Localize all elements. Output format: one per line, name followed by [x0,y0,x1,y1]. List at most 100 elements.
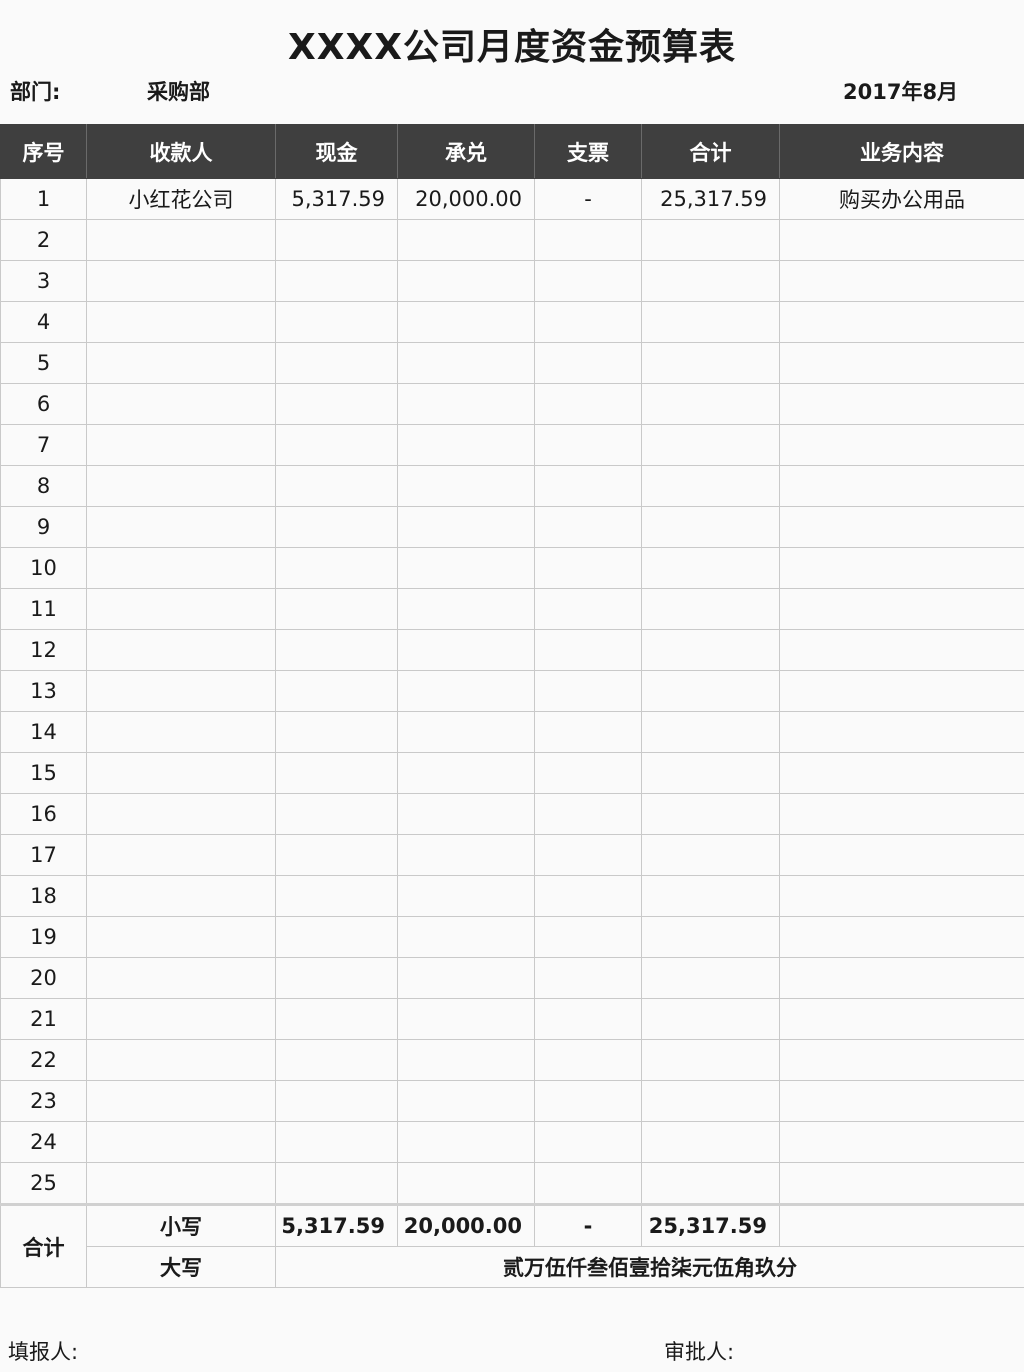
business-cell[interactable] [779,957,1024,999]
total-cell[interactable] [641,219,780,261]
payee-cell[interactable]: 小红花公司 [86,178,276,220]
row-number-cell[interactable]: 24 [0,1121,87,1163]
cash-cell[interactable] [275,957,398,999]
total-cell[interactable]: 25,317.59 [641,178,780,220]
cash-cell[interactable] [275,424,398,466]
total-cell[interactable] [641,793,780,835]
business-cell[interactable] [779,424,1024,466]
cash-cell[interactable] [275,834,398,876]
acceptance-cell[interactable] [397,1121,535,1163]
cheque-cell[interactable] [534,834,642,876]
business-cell[interactable] [779,1121,1024,1163]
total-cell[interactable] [641,1121,780,1163]
cash-cell[interactable] [275,793,398,835]
cash-cell[interactable] [275,916,398,958]
business-cell[interactable] [779,670,1024,712]
acceptance-cell[interactable] [397,1080,535,1122]
acceptance-cell[interactable] [397,752,535,794]
payee-cell[interactable] [86,957,276,999]
period-value[interactable]: 2017年8月 [843,76,958,106]
total-cheque-cell[interactable]: - [534,1203,642,1247]
cheque-cell[interactable] [534,260,642,302]
business-cell[interactable] [779,301,1024,343]
total-cell[interactable] [641,834,780,876]
payee-cell[interactable] [86,301,276,343]
acceptance-cell[interactable] [397,1039,535,1081]
payee-cell[interactable] [86,465,276,507]
cash-cell[interactable] [275,547,398,589]
cheque-cell[interactable] [534,465,642,507]
payee-cell[interactable] [86,916,276,958]
total-cell[interactable] [641,342,780,384]
business-cell[interactable] [779,916,1024,958]
cheque-cell[interactable] [534,711,642,753]
row-number-cell[interactable]: 20 [0,957,87,999]
business-cell[interactable] [779,998,1024,1040]
payee-cell[interactable] [86,547,276,589]
business-cell[interactable] [779,260,1024,302]
total-cell[interactable] [641,383,780,425]
payee-cell[interactable] [86,793,276,835]
cheque-cell[interactable] [534,588,642,630]
cash-cell[interactable] [275,752,398,794]
cash-cell[interactable] [275,711,398,753]
cheque-cell[interactable] [534,875,642,917]
acceptance-cell[interactable]: 20,000.00 [397,178,535,220]
payee-cell[interactable] [86,1039,276,1081]
cheque-cell[interactable] [534,957,642,999]
total-cell[interactable] [641,957,780,999]
business-cell[interactable]: 购买办公用品 [779,178,1024,220]
cheque-cell[interactable] [534,916,642,958]
row-number-cell[interactable]: 11 [0,588,87,630]
total-cell[interactable] [641,752,780,794]
row-number-cell[interactable]: 3 [0,260,87,302]
total-acceptance-cell[interactable]: 20,000.00 [397,1203,535,1247]
payee-cell[interactable] [86,424,276,466]
cash-cell[interactable] [275,342,398,384]
row-number-cell[interactable]: 23 [0,1080,87,1122]
cash-cell[interactable] [275,588,398,630]
cash-cell[interactable] [275,1121,398,1163]
business-cell[interactable] [779,1039,1024,1081]
acceptance-cell[interactable] [397,383,535,425]
acceptance-cell[interactable] [397,711,535,753]
total-cell[interactable] [641,547,780,589]
row-number-cell[interactable]: 2 [0,219,87,261]
payee-cell[interactable] [86,670,276,712]
cheque-cell[interactable] [534,383,642,425]
cheque-cell[interactable] [534,1039,642,1081]
acceptance-cell[interactable] [397,793,535,835]
cheque-cell[interactable] [534,1080,642,1122]
cheque-cell[interactable] [534,670,642,712]
grand-total-cell[interactable]: 25,317.59 [641,1203,780,1247]
cheque-cell[interactable] [534,1121,642,1163]
cheque-cell[interactable] [534,998,642,1040]
payee-cell[interactable] [86,588,276,630]
total-cell[interactable] [641,711,780,753]
cash-cell[interactable] [275,1080,398,1122]
row-number-cell[interactable]: 12 [0,629,87,671]
business-cell[interactable] [779,1080,1024,1122]
total-cell[interactable] [641,998,780,1040]
row-number-cell[interactable]: 1 [0,178,87,220]
total-business-cell[interactable] [779,1203,1024,1247]
cash-cell[interactable] [275,875,398,917]
cheque-cell[interactable] [534,342,642,384]
cash-cell[interactable] [275,301,398,343]
total-cell[interactable] [641,1080,780,1122]
acceptance-cell[interactable] [397,998,535,1040]
business-cell[interactable] [779,383,1024,425]
total-cell[interactable] [641,588,780,630]
row-number-cell[interactable]: 6 [0,383,87,425]
payee-cell[interactable] [86,875,276,917]
row-number-cell[interactable]: 16 [0,793,87,835]
row-number-cell[interactable]: 18 [0,875,87,917]
payee-cell[interactable] [86,629,276,671]
cash-cell[interactable]: 5,317.59 [275,178,398,220]
cash-cell[interactable] [275,670,398,712]
acceptance-cell[interactable] [397,260,535,302]
row-number-cell[interactable]: 19 [0,916,87,958]
cheque-cell[interactable] [534,547,642,589]
cash-cell[interactable] [275,506,398,548]
business-cell[interactable] [779,219,1024,261]
